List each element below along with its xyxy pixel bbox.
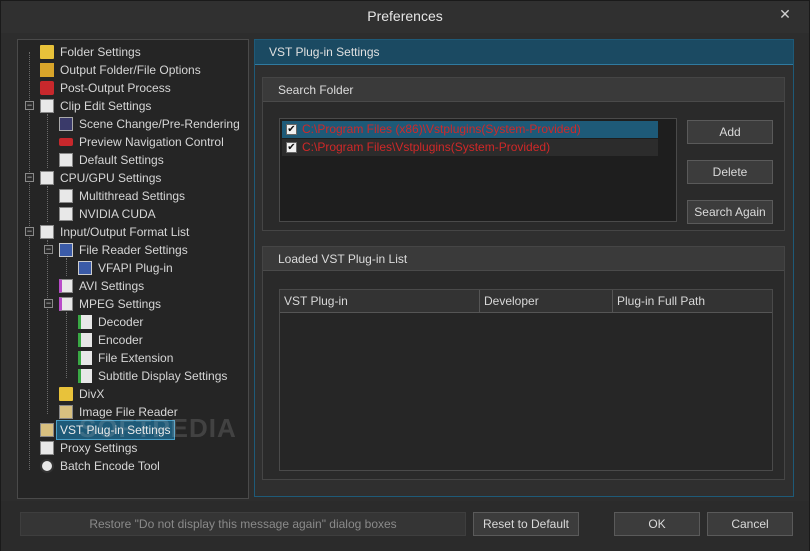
tree-item-label: Batch Encode Tool xyxy=(60,459,160,473)
tree-line xyxy=(47,186,48,222)
title-bar: Preferences ✕ xyxy=(1,1,809,33)
green-document-icon xyxy=(78,351,92,365)
plugin-icon xyxy=(40,423,54,437)
folder-checkbox[interactable]: ✔ xyxy=(286,124,297,135)
tree-line xyxy=(29,52,30,470)
document-icon xyxy=(59,297,73,311)
collapse-expander[interactable]: − xyxy=(25,101,34,110)
watermark: SOFTPEDIA xyxy=(79,413,237,443)
cancel-button[interactable]: Cancel xyxy=(707,512,793,536)
column-header-developer[interactable]: Developer xyxy=(480,290,613,313)
collapse-expander[interactable]: − xyxy=(44,245,53,254)
red-stop-icon xyxy=(40,81,54,95)
search-folder-list[interactable]: ✔ C:\Program Files (x86)\Vstplugins(Syst… xyxy=(279,118,677,222)
document-icon xyxy=(40,171,54,185)
document-icon xyxy=(59,189,73,203)
tree-item-label: File Reader Settings xyxy=(79,243,188,257)
group-header: Search Folder xyxy=(263,78,784,102)
image-icon xyxy=(59,405,73,419)
collapse-expander[interactable]: − xyxy=(25,227,34,236)
tree-item-label: NVIDIA CUDA xyxy=(79,207,156,221)
tree-item-label: MPEG Settings xyxy=(79,297,162,311)
tree-item-label: Post-Output Process xyxy=(60,81,171,95)
collapse-expander[interactable]: − xyxy=(25,173,34,182)
tree-item-label: File Extension xyxy=(98,351,174,365)
list-icon xyxy=(40,225,54,239)
clock-icon xyxy=(40,459,54,473)
tree-item-label: Preview Navigation Control xyxy=(79,135,224,149)
folder-checkbox[interactable]: ✔ xyxy=(286,142,297,153)
tree-item-label: Output Folder/File Options xyxy=(60,63,201,77)
column-header-vst-plugin[interactable]: VST Plug-in xyxy=(280,290,480,313)
loaded-plugin-group: Loaded VST Plug-in List VST Plug-in Deve… xyxy=(262,246,785,480)
folder-icon xyxy=(40,63,54,77)
group-title: Loaded VST Plug-in List xyxy=(278,252,408,266)
ok-button[interactable]: OK xyxy=(614,512,700,536)
green-document-icon xyxy=(78,315,92,329)
red-arrows-icon xyxy=(59,138,73,146)
tree-item-label: CPU/GPU Settings xyxy=(60,171,162,185)
document-icon xyxy=(59,153,73,167)
tree-line xyxy=(66,312,67,378)
column-header-full-path[interactable]: Plug-in Full Path xyxy=(613,290,772,313)
tree-item-label: Default Settings xyxy=(79,153,164,167)
folder-row[interactable]: ✔ C:\Program Files (x86)\Vstplugins(Syst… xyxy=(282,121,658,138)
tree-line xyxy=(66,258,67,276)
document-icon xyxy=(59,279,73,293)
monitor-icon xyxy=(78,261,92,275)
settings-panel: VST Plug-in Settings Search Folder ✔ C:\… xyxy=(254,39,794,497)
reset-to-default-button[interactable]: Reset to Default xyxy=(473,512,579,536)
panel-title: VST Plug-in Settings xyxy=(269,45,380,59)
tree-item-label: Folder Settings xyxy=(60,45,141,59)
tree-item-label: Encoder xyxy=(98,333,143,347)
panel-header: VST Plug-in Settings xyxy=(255,40,793,65)
folder-path: C:\Program Files (x86)\Vstplugins(System… xyxy=(302,122,581,136)
tree-item-label: Subtitle Display Settings xyxy=(98,369,228,383)
film-icon xyxy=(59,117,73,131)
tree-line xyxy=(47,240,48,414)
tree-item-label: Scene Change/Pre-Rendering xyxy=(79,117,240,131)
folder-path: C:\Program Files\Vstplugins(System-Provi… xyxy=(302,140,551,154)
tree-item-label: VFAPI Plug-in xyxy=(98,261,173,275)
document-icon xyxy=(40,99,54,113)
close-button[interactable]: ✕ xyxy=(771,4,799,24)
folder-row[interactable]: ✔ C:\Program Files\Vstplugins(System-Pro… xyxy=(282,139,658,156)
green-document-icon xyxy=(78,333,92,347)
preferences-window: Preferences ✕ Folder Settings Output Fol… xyxy=(0,0,810,551)
folder-icon xyxy=(59,387,73,401)
restore-dialogs-button[interactable]: Restore "Do not display this message aga… xyxy=(20,512,466,536)
tree-item-label: AVI Settings xyxy=(79,279,145,293)
search-folder-group: Search Folder ✔ C:\Program Files (x86)\V… xyxy=(262,77,785,231)
group-title: Search Folder xyxy=(278,83,354,97)
delete-button[interactable]: Delete xyxy=(687,160,773,184)
tree-item-label: DivX xyxy=(79,387,105,401)
green-document-icon xyxy=(78,369,92,383)
add-button[interactable]: Add xyxy=(687,120,773,144)
plugin-table[interactable]: VST Plug-in Developer Plug-in Full Path xyxy=(279,289,773,471)
tree-item-label: Input/Output Format List xyxy=(60,225,190,239)
folder-icon xyxy=(40,45,54,59)
tree-item-label: Clip Edit Settings xyxy=(60,99,152,113)
search-again-button[interactable]: Search Again xyxy=(687,200,773,224)
collapse-expander[interactable]: − xyxy=(44,299,53,308)
window-title: Preferences xyxy=(367,8,443,24)
tree-item-label: Multithread Settings xyxy=(79,189,186,203)
monitor-icon xyxy=(59,243,73,257)
copy-icon xyxy=(40,441,54,455)
group-header: Loaded VST Plug-in List xyxy=(263,247,784,271)
document-icon xyxy=(59,207,73,221)
tree-line xyxy=(47,114,48,168)
tree-item-label: Decoder xyxy=(98,315,144,329)
